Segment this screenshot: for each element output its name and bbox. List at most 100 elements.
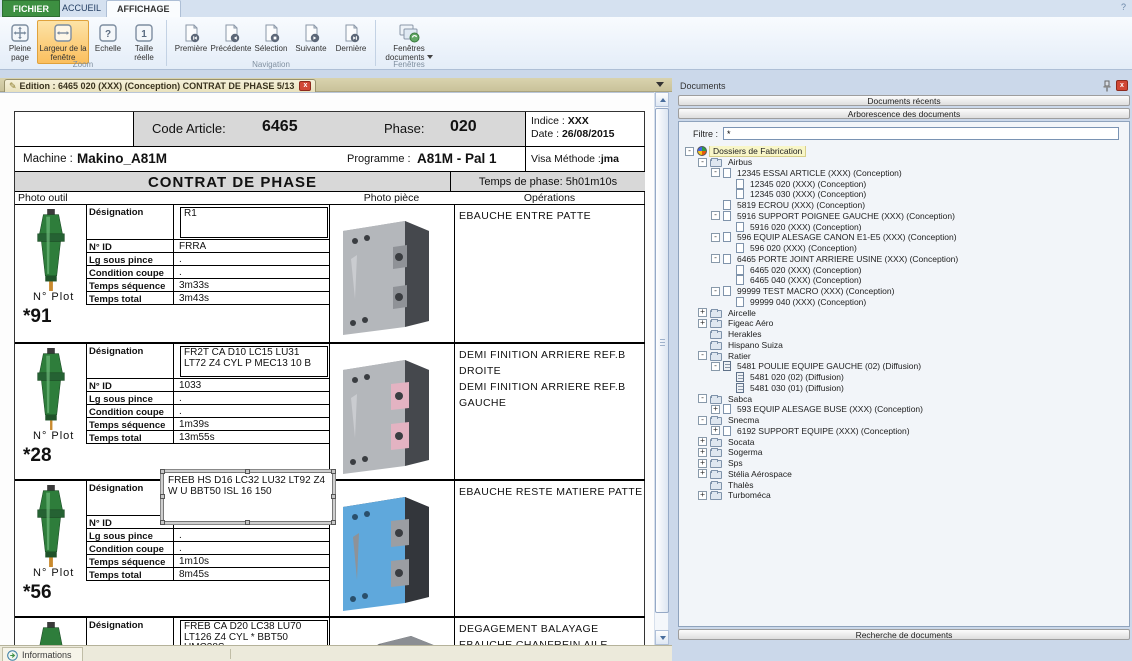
tree-item[interactable]: + Stélia Aérospace [683, 469, 1125, 480]
scroll-down-button[interactable] [655, 630, 669, 645]
tree-item[interactable]: + Figeac Aéro [683, 318, 1125, 329]
selection-handle[interactable] [160, 494, 165, 499]
selection-handle[interactable] [245, 469, 250, 474]
tree-expander-icon[interactable]: + [711, 405, 720, 414]
selected-designation-box[interactable]: FREB HS D16 LC32 LU32 LT92 Z4 W U BBT50 … [163, 472, 333, 522]
tree-expander-icon[interactable]: - [711, 254, 720, 263]
tree-expander-icon[interactable]: - [711, 362, 720, 371]
tree-expander-icon[interactable]: - [698, 394, 707, 403]
informations-tab[interactable]: Informations [2, 647, 83, 661]
fenetres-documents-button[interactable]: Fenêtres documents [381, 20, 437, 64]
tree-expander-icon[interactable]: + [698, 437, 707, 446]
taille-reelle-button[interactable]: 1 Taille réelle [127, 20, 161, 64]
tree-expander-icon[interactable]: - [711, 287, 720, 296]
tree-item[interactable]: - Ratier [683, 350, 1125, 361]
tree-item[interactable]: - Sabca [683, 393, 1125, 404]
document-tab[interactable]: ✎ Edition : 6465 020 (XXX) (Conception) … [4, 79, 316, 92]
tree-item[interactable]: 5916 020 (XXX) (Conception) [683, 221, 1125, 232]
pleine-page-button[interactable]: Pleine page [5, 20, 35, 64]
precedente-button[interactable]: Précédente [212, 20, 250, 56]
tab-affichage[interactable]: AFFICHAGE [106, 0, 181, 17]
tree-expander-icon[interactable]: + [698, 459, 707, 468]
tree-item[interactable]: + Socata [683, 436, 1125, 447]
selection-handle[interactable] [245, 520, 250, 525]
tree-item-icon [736, 189, 744, 199]
derniere-button[interactable]: Dernière [332, 20, 370, 56]
tree-item[interactable]: 99999 040 (XXX) (Conception) [683, 297, 1125, 308]
tree-item[interactable]: + 593 EQUIP ALESAGE BUSE (XXX) (Concepti… [683, 404, 1125, 415]
tree-item[interactable]: 5481 030 (01) (Diffusion) [683, 383, 1125, 394]
tree-item-label: 5481 030 (01) (Diffusion) [747, 383, 847, 393]
tab-list-dropdown-icon[interactable] [656, 82, 664, 87]
tree-expander-icon[interactable]: + [698, 469, 707, 478]
dropdown-arrow-icon [427, 55, 433, 59]
tree-item[interactable]: + Sogerma [683, 447, 1125, 458]
tree-expander-icon[interactable]: + [698, 319, 707, 328]
tree-item-icon [710, 320, 722, 328]
tree-item[interactable]: 5819 ECROU (XXX) (Conception) [683, 200, 1125, 211]
selection-handle[interactable] [160, 469, 165, 474]
designation-value: FREB CA D20 LC38 LU70 LT126 Z4 CYL * BBT… [180, 620, 328, 645]
tree-item[interactable]: - Airbus [683, 157, 1125, 168]
recherche-documents-bar[interactable]: Recherche de documents [678, 629, 1130, 640]
tree-expander-icon[interactable]: - [685, 147, 694, 156]
part-photo [333, 209, 451, 339]
document-viewport[interactable]: Code Article: 6465 Phase: 020 Indice : X… [0, 92, 654, 645]
tree-expander-icon[interactable]: - [698, 416, 707, 425]
documents-recents-bar[interactable]: Documents récents [678, 95, 1130, 106]
premiere-button[interactable]: Première [172, 20, 210, 56]
tree-item[interactable]: - 5481 POULIE EQUIPE GAUCHE (02) (Diffus… [683, 361, 1125, 372]
tree-item[interactable]: 12345 020 (XXX) (Conception) [683, 178, 1125, 189]
tree-item[interactable]: + Sps [683, 458, 1125, 469]
tab-accueil[interactable]: ACCUEIL [52, 0, 111, 17]
tree-expander-icon[interactable]: - [711, 233, 720, 242]
document-tab-close-button[interactable]: x [299, 81, 311, 91]
tree-item[interactable]: - 5916 SUPPORT POIGNEE GAUCHE (XXX) (Con… [683, 211, 1125, 222]
selection-handle[interactable] [331, 494, 336, 499]
selection-handle[interactable] [331, 520, 336, 525]
panel-close-button[interactable]: x [1116, 80, 1128, 91]
help-icon[interactable]: ? [1121, 2, 1126, 12]
selection-button[interactable]: Sélection [252, 20, 290, 56]
tree-expander-icon[interactable]: - [698, 158, 707, 167]
tree-item[interactable]: + Turboméca [683, 490, 1125, 501]
tree-item-label: Airbus [725, 157, 755, 167]
tree-item[interactable]: 6465 040 (XXX) (Conception) [683, 275, 1125, 286]
selection-handle[interactable] [331, 469, 336, 474]
selection-handle[interactable] [160, 520, 165, 525]
tree-item[interactable]: 12345 030 (XXX) (Conception) [683, 189, 1125, 200]
tree-item[interactable]: 5481 020 (02) (Diffusion) [683, 372, 1125, 383]
tree-expander-icon[interactable]: + [698, 308, 707, 317]
largeur-fenetre-button[interactable]: Largeur de la fenêtre [37, 20, 89, 64]
tree-item[interactable]: 596 020 (XXX) (Conception) [683, 243, 1125, 254]
echelle-button[interactable]: ? Echelle [91, 20, 125, 56]
tree-item[interactable]: + Aircelle [683, 307, 1125, 318]
tree-item[interactable]: - 99999 TEST MACRO (XXX) (Conception) [683, 286, 1125, 297]
tree-item-icon [710, 159, 722, 167]
tree-expander-icon[interactable]: - [711, 168, 720, 177]
tree-item[interactable]: + 6192 SUPPORT EQUIPE (XXX) (Conception) [683, 426, 1125, 437]
tree-item[interactable]: Herakles [683, 329, 1125, 340]
arborescence-bar[interactable]: Arborescence des documents [678, 108, 1130, 119]
tree-expander-icon[interactable]: + [698, 491, 707, 500]
tree-item[interactable]: - 596 EQUIP ALESAGE CANON E1-E5 (XXX) (C… [683, 232, 1125, 243]
pin-icon[interactable] [1102, 80, 1112, 92]
filter-input[interactable] [723, 127, 1119, 140]
document-scrollbar[interactable] [654, 92, 668, 645]
tree-expander-icon[interactable]: - [698, 351, 707, 360]
tree-expander-icon[interactable]: + [711, 426, 720, 435]
scrollbar-thumb[interactable] [655, 108, 669, 613]
tree-expander-icon[interactable]: + [698, 448, 707, 457]
tree-item[interactable]: Hispano Suiza [683, 340, 1125, 351]
tree-item[interactable]: - Snecma [683, 415, 1125, 426]
suivante-button[interactable]: Suivante [292, 20, 330, 56]
scroll-up-button[interactable] [655, 92, 669, 107]
tree-item[interactable]: 6465 020 (XXX) (Conception) [683, 264, 1125, 275]
status-separator [230, 649, 231, 659]
tree-item[interactable]: - 6465 PORTE JOINT ARRIERE USINE (XXX) (… [683, 254, 1125, 265]
tree-item[interactable]: - 12345 ESSAI ARTICLE (XXX) (Conception) [683, 168, 1125, 179]
tree-expander-icon[interactable]: - [711, 211, 720, 220]
tree-item[interactable]: - Dossiers de Fabrication [683, 146, 1125, 157]
visa-label: Visa Méthode : [531, 153, 601, 165]
tree-item[interactable]: Thalès [683, 479, 1125, 490]
